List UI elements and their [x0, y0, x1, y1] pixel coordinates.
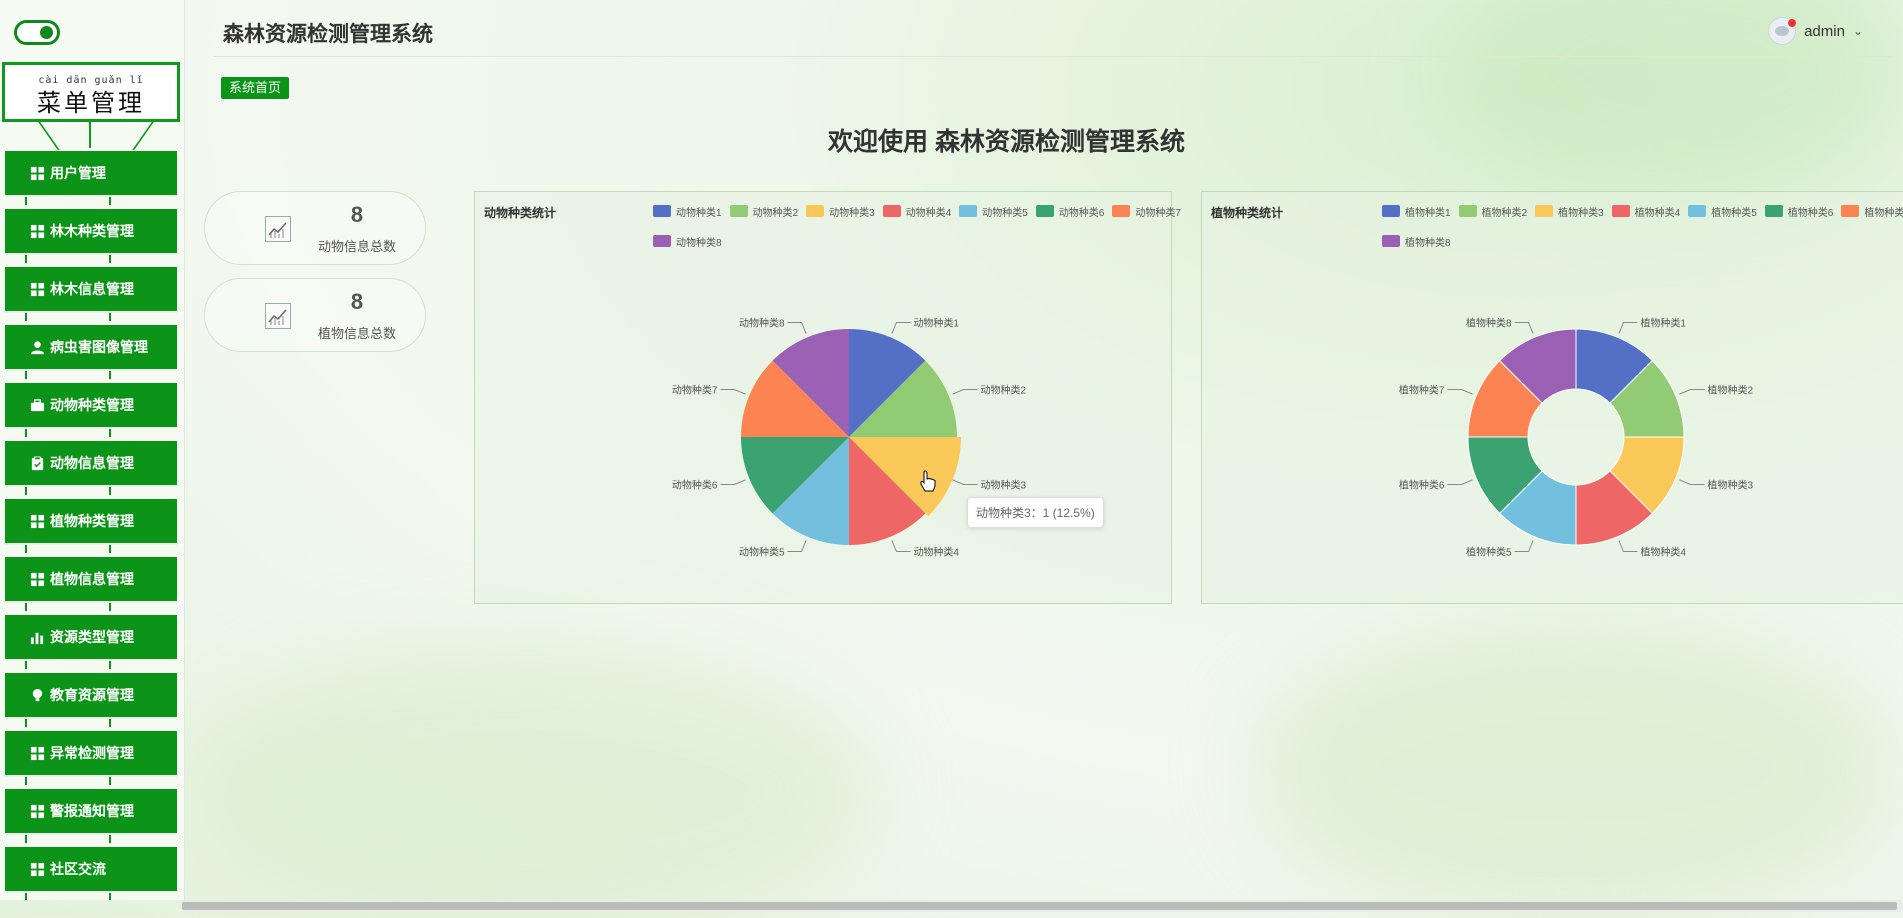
label-line [1618, 540, 1638, 553]
sidebar-item-label: 植物信息管理 [50, 571, 134, 587]
user-menu[interactable]: admin ⌄ [1768, 17, 1863, 45]
hand-cursor-icon [920, 470, 936, 492]
sidebar-item[interactable]: 资源类型管理 [5, 615, 177, 669]
chevron-down-icon[interactable]: ⌄ [1853, 24, 1863, 38]
sidebar-item[interactable]: 植物信息管理 [5, 557, 177, 611]
bar-chart-icon [29, 629, 45, 645]
grid-icon [29, 513, 45, 529]
menu-title-box: cài dān guǎn lǐ 菜单管理 [2, 62, 180, 122]
welcome-heading: 欢迎使用 森林资源检测管理系统 [828, 128, 1185, 156]
stat-card-animals: 8 动物信息总数 [204, 191, 426, 265]
menu-title: 菜单管理 [37, 89, 145, 117]
plant-chart-panel: 植物种类统计 植物种类1 植物种类2 植物种类3 植物种类4 植物种类5 植物种类6 植物种… [1201, 191, 1903, 604]
grid-icon [29, 745, 45, 761]
sidebar-item-label: 动物信息管理 [50, 455, 134, 471]
slice-label: 植物种类2 [1708, 384, 1754, 397]
sidebar-item-label: 林木种类管理 [50, 223, 134, 239]
slice-label: 植物种类7 [1399, 384, 1445, 397]
label-line [1447, 479, 1473, 485]
label-line [891, 321, 911, 334]
slice-label: 植物种类4 [1640, 546, 1686, 559]
slice-label: 动物种类7 [672, 384, 718, 397]
line-chart-icon [265, 216, 291, 242]
breadcrumb-home[interactable]: 系统首页 [221, 77, 290, 99]
sidebar-item-label: 资源类型管理 [50, 629, 134, 645]
label-line [891, 540, 911, 553]
horizontal-scrollbar[interactable] [182, 900, 1903, 912]
animal-chart-panel: 动物种类统计 动物种类1 动物种类2 动物种类3 动物种类4 动物种类5 动物种类6 动物种… [474, 191, 1181, 604]
label-line [1514, 321, 1534, 334]
sidebar-item[interactable]: 林木种类管理 [5, 209, 177, 263]
slice-label: 植物种类3 [1708, 478, 1754, 491]
clipboard-icon [29, 455, 45, 471]
label-line [720, 389, 746, 395]
briefcase-icon [29, 397, 45, 413]
pie-chart: 动物种类1 动物种类2 动物种类3 动物种类4 动物种类5 动物种类6 动物种类7 动物种类8 [672, 316, 1027, 559]
scrollbar-thumb[interactable] [182, 902, 1897, 910]
slice-label: 动物种类5 [739, 546, 785, 559]
stat-label: 植物信息总数 [317, 326, 396, 341]
grid-icon [29, 571, 45, 587]
label-line [1679, 479, 1705, 485]
slice-label: 动物种类2 [981, 384, 1027, 397]
avatar[interactable] [1768, 17, 1797, 45]
stat-value: 8 [350, 289, 364, 314]
donut-chart: 植物种类1 植物种类2 植物种类3 植物种类4 植物种类5 植物种类6 植物种类7 植物种类8 [1399, 316, 1754, 559]
sidebar-item-label: 植物种类管理 [50, 513, 134, 529]
grid-icon [29, 223, 45, 239]
header-divider [213, 56, 1893, 57]
sidebar-item[interactable]: 林木信息管理 [5, 267, 177, 321]
grid-icon [29, 861, 45, 877]
slice-label: 动物种类4 [913, 546, 959, 559]
toggle-knob [40, 26, 53, 39]
line-chart-icon [265, 303, 291, 329]
label-line [1618, 321, 1638, 334]
grid-icon [29, 165, 45, 181]
label-line [952, 389, 978, 395]
slice-label: 植物种类5 [1466, 546, 1512, 559]
sidebar-item[interactable]: 异常检测管理 [5, 731, 177, 785]
grid-icon [29, 281, 45, 297]
bulb-icon [29, 687, 45, 703]
user-name[interactable]: admin [1804, 23, 1845, 40]
label-line [720, 479, 746, 485]
chart-tooltip: 动物种类3：1 (12.5%) [967, 497, 1104, 528]
sidebar-item[interactable]: 病虫害图像管理 [5, 325, 177, 379]
slice-label: 植物种类1 [1640, 316, 1686, 329]
sidebar-item-label: 病虫害图像管理 [50, 339, 148, 355]
label-line [1514, 540, 1534, 553]
sidebar-item-label: 动物种类管理 [50, 397, 134, 413]
sidebar-item[interactable]: 动物信息管理 [5, 441, 177, 495]
stat-label: 动物信息总数 [317, 239, 396, 254]
label-line [787, 540, 807, 553]
app-title: 森林资源检测管理系统 [223, 23, 433, 46]
label-line [1679, 389, 1705, 395]
slice-label: 植物种类6 [1399, 478, 1445, 491]
slice-label: 动物种类8 [739, 316, 785, 329]
slice-label: 动物种类6 [672, 478, 718, 491]
sidebar-item-label: 林木信息管理 [50, 281, 134, 297]
stat-card-plants: 8 植物信息总数 [204, 278, 426, 352]
sidebar-item[interactable]: 教育资源管理 [5, 673, 177, 727]
label-line [1447, 389, 1473, 395]
slice-label: 动物种类1 [913, 316, 959, 329]
sidebar-item[interactable]: 动物种类管理 [5, 383, 177, 437]
sidebar-item-label: 用户管理 [50, 165, 106, 181]
grid-icon [29, 803, 45, 819]
sidebar-item[interactable]: 社区交流 [5, 847, 177, 900]
label-line [952, 479, 978, 485]
sidebar-item[interactable]: 警报通知管理 [5, 789, 177, 843]
sidebar-menu: 用户管理林木种类管理 林木信息管理 病虫害图像管理 动物种类管理 动物信息管理 植物种类管… [5, 151, 177, 900]
user-icon [29, 339, 45, 355]
label-line [787, 321, 807, 334]
sidebar-item-label: 社区交流 [50, 861, 106, 877]
sidebar-item-label: 异常检测管理 [50, 745, 134, 761]
slice-label: 动物种类3 [981, 478, 1027, 491]
sidebar-toggle[interactable] [14, 20, 60, 45]
slice-label: 植物种类8 [1466, 316, 1512, 329]
stat-value: 8 [350, 202, 364, 227]
sidebar-item-label: 警报通知管理 [50, 803, 134, 819]
sidebar-item[interactable]: 植物种类管理 [5, 499, 177, 553]
sidebar-item-label: 教育资源管理 [50, 687, 134, 703]
